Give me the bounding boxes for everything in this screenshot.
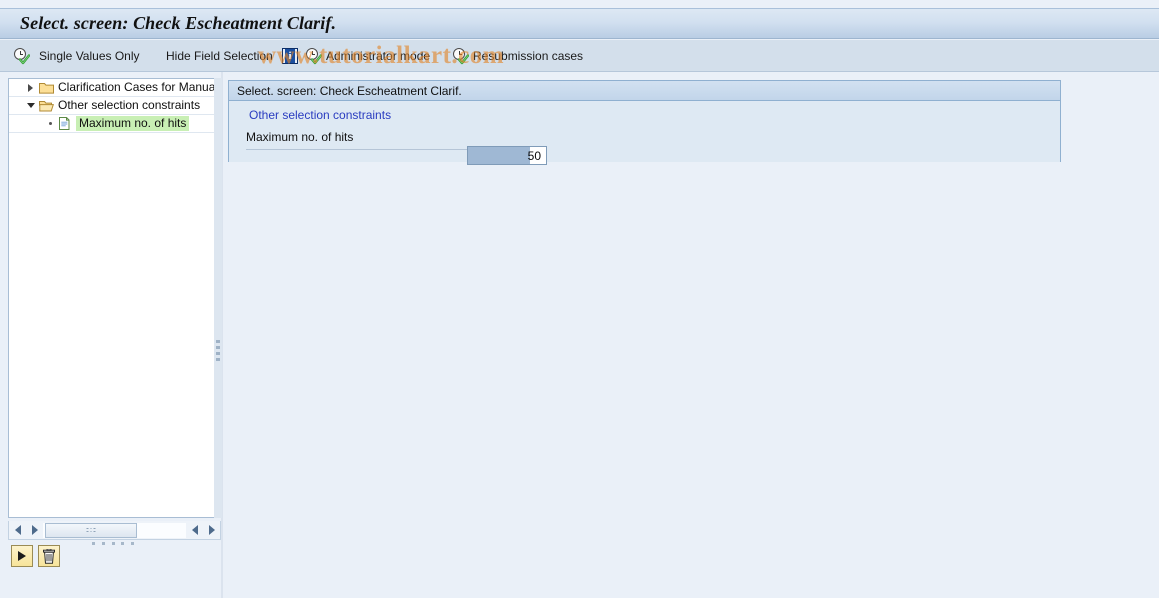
scrollbar-thumb[interactable]	[45, 522, 137, 538]
window-title-bar: Select. screen: Check Escheatment Clarif…	[0, 8, 1159, 39]
info-icon: i	[282, 48, 298, 64]
delete-button[interactable]	[38, 545, 60, 567]
tree-panel-splitter[interactable]	[214, 78, 222, 518]
scrollbar-track[interactable]	[43, 522, 186, 538]
trash-icon	[43, 548, 55, 564]
panel-body: Other selection constraints Maximum no. …	[229, 102, 1060, 165]
maximum-no-of-hits-input[interactable]: 50	[467, 146, 547, 165]
application-toolbar: Single Values Only Hide Field Selection …	[0, 40, 1159, 72]
selection-tree-panel: Clarification Cases for Manual E Other s…	[8, 78, 221, 518]
chevron-right-icon[interactable]	[25, 82, 36, 93]
page-title: Select. screen: Check Escheatment Clarif…	[20, 13, 337, 33]
tree-node-maximum-no-of-hits[interactable]: Maximum no. of hits	[9, 115, 220, 133]
scroll-right-button[interactable]	[26, 522, 43, 539]
clock-check-icon	[453, 48, 469, 65]
play-triangle-icon	[18, 551, 26, 561]
clock-check-icon	[14, 48, 30, 65]
field-underline	[246, 149, 471, 150]
document-icon	[57, 117, 72, 130]
execute-button[interactable]	[11, 545, 33, 567]
leaf-bullet-icon	[49, 122, 52, 125]
toolbar-label-hide-field-selection: Hide Field Selection	[166, 49, 273, 63]
thumb-grip-icon	[86, 527, 96, 535]
field-label-maximum-no-of-hits: Maximum no. of hits	[246, 130, 354, 144]
sap-application-window: Select. screen: Check Escheatment Clarif…	[0, 0, 1159, 598]
toolbar-label-resubmission-cases: Resubmission cases	[473, 49, 584, 63]
panel-header-title: Select. screen: Check Escheatment Clarif…	[229, 81, 1060, 101]
scroll-left-button[interactable]	[9, 522, 26, 539]
horizontal-splitter-grip[interactable]	[92, 541, 134, 546]
folder-open-icon	[39, 99, 54, 112]
toolbar-button-administrator-mode[interactable]: Administrator mode	[306, 40, 430, 72]
toolbar-button-hide-field-selection[interactable]: Hide Field Selection	[164, 40, 273, 72]
right-arrow-icon	[31, 525, 38, 535]
toolbar-button-resubmission-cases[interactable]: Resubmission cases	[453, 40, 583, 72]
tree-node-label: Other selection constraints	[58, 98, 201, 112]
toolbar-button-info[interactable]: i	[282, 40, 300, 72]
tree-node-label: Maximum no. of hits	[76, 116, 190, 131]
page-right-button[interactable]	[203, 522, 220, 539]
selection-screen-panel: Select. screen: Check Escheatment Clarif…	[228, 80, 1061, 165]
left-arrow-icon	[14, 525, 21, 535]
folder-closed-icon	[39, 81, 54, 94]
green-check-icon	[458, 54, 469, 65]
input-selection-highlight	[468, 147, 530, 164]
tree-node-other-selection-constraints[interactable]: Other selection constraints	[9, 97, 220, 115]
green-check-icon	[19, 54, 30, 65]
toolbar-label-single-values-only: Single Values Only	[39, 49, 140, 63]
green-check-icon	[311, 54, 322, 65]
splitter-grip-icon	[216, 340, 220, 364]
clock-check-icon	[306, 48, 322, 65]
tree-action-buttons	[11, 545, 60, 567]
tree-horizontal-scrollbar[interactable]	[8, 521, 221, 540]
tree-node-label: Clarification Cases for Manual E	[58, 80, 220, 94]
page-left-button[interactable]	[186, 522, 203, 539]
maximum-no-of-hits-value: 50	[527, 149, 541, 163]
tree-node-clarification-cases[interactable]: Clarification Cases for Manual E	[9, 79, 220, 97]
right-arrow-icon	[208, 525, 215, 535]
left-arrow-icon	[191, 525, 198, 535]
group-title: Other selection constraints	[249, 108, 392, 122]
chevron-down-icon[interactable]	[25, 100, 36, 111]
toolbar-button-single-values-only[interactable]: Single Values Only	[14, 40, 140, 72]
toolbar-label-administrator-mode: Administrator mode	[326, 49, 431, 63]
